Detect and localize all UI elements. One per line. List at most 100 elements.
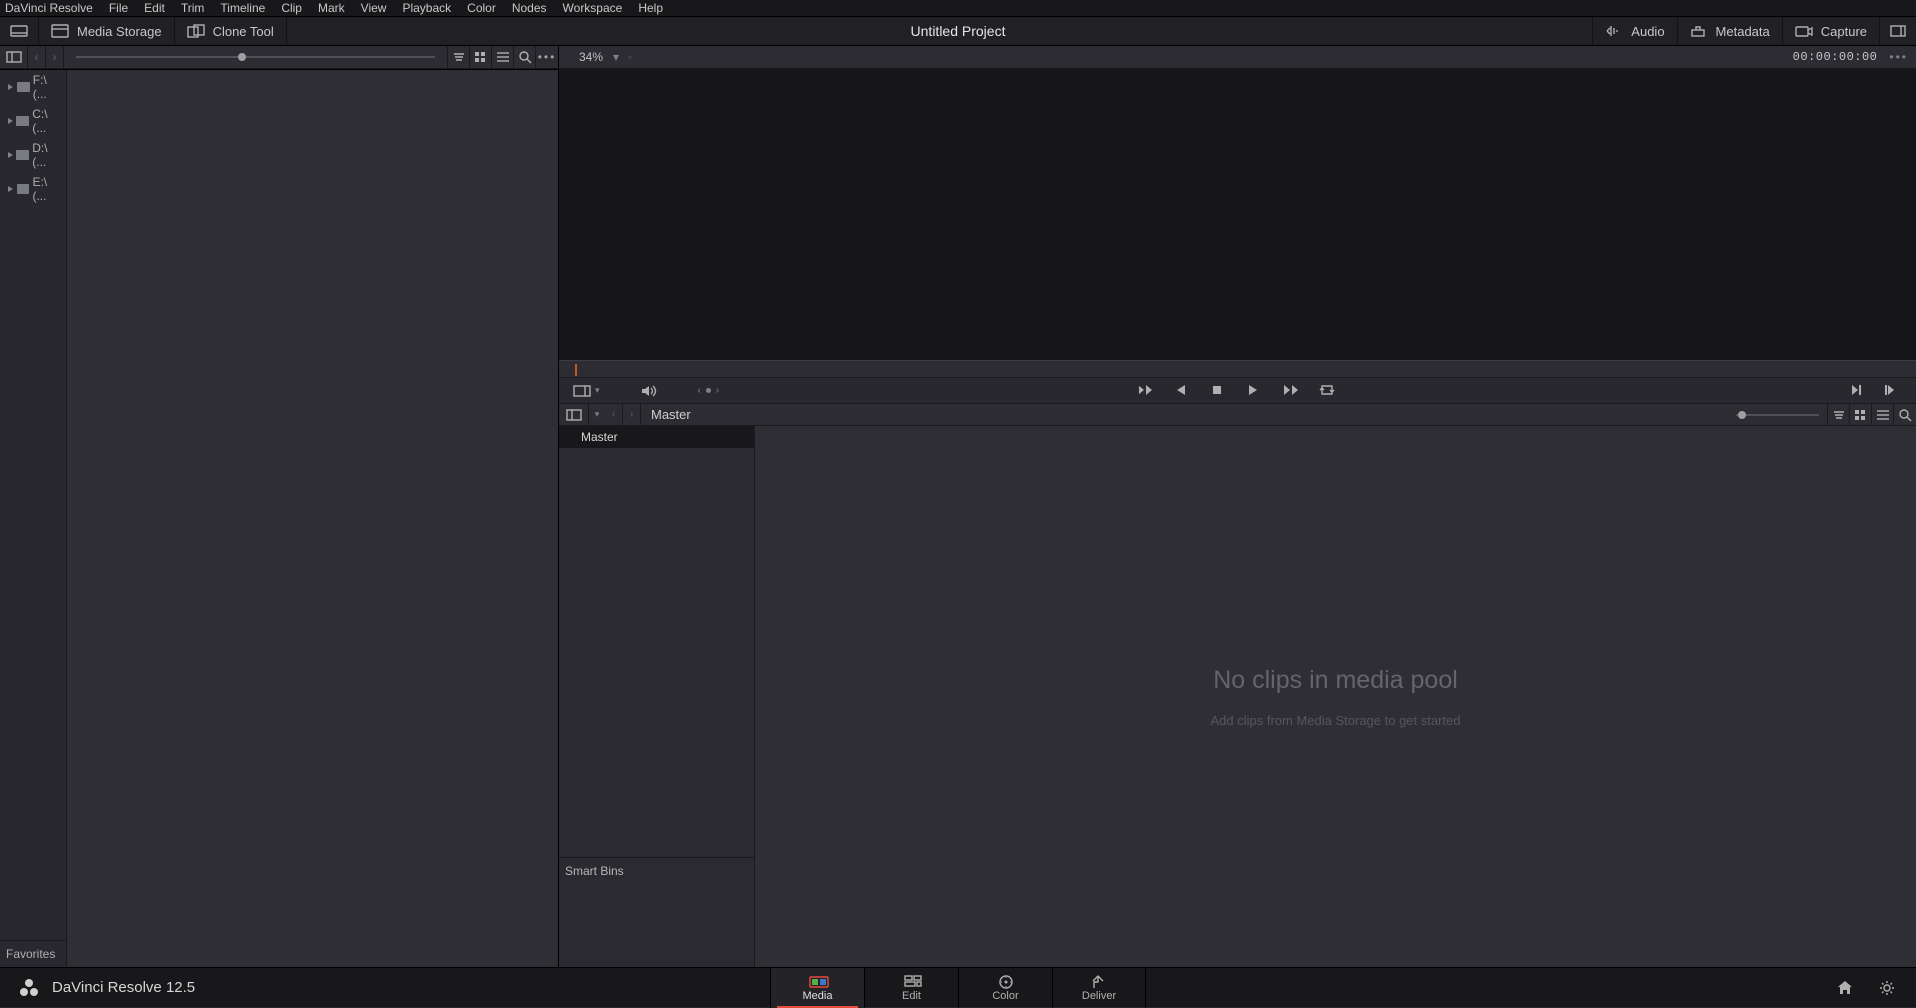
- clone-tool-button[interactable]: Clone Tool: [175, 17, 287, 45]
- zoom-dropdown[interactable]: ▾: [607, 50, 625, 64]
- sort-button[interactable]: [448, 46, 470, 68]
- pool-nav-back[interactable]: ‹: [605, 404, 623, 425]
- menu-nodes[interactable]: Nodes: [504, 0, 555, 17]
- smart-bins-section[interactable]: Smart Bins: [559, 857, 754, 967]
- drive-item[interactable]: E:\ (...: [0, 172, 66, 206]
- go-last-button[interactable]: [1283, 384, 1301, 398]
- metadata-label: Metadata: [1716, 24, 1770, 39]
- workspace-layout-button[interactable]: [0, 17, 39, 45]
- drive-icon: [16, 150, 29, 160]
- color-page-icon: [997, 974, 1015, 988]
- menu-timeline[interactable]: Timeline: [212, 0, 273, 17]
- go-first-button[interactable]: [1139, 384, 1157, 398]
- panel-toggle-button[interactable]: [0, 46, 28, 68]
- menu-file[interactable]: File: [101, 0, 136, 17]
- media-storage-button[interactable]: Media Storage: [39, 17, 175, 45]
- menu-color[interactable]: Color: [459, 0, 504, 17]
- drive-sidebar: F:\ (... C:\ (... D:\ (...: [0, 70, 67, 967]
- drive-item[interactable]: C:\ (...: [0, 104, 66, 138]
- viewer-scrubber[interactable]: [559, 360, 1916, 378]
- metadata-button[interactable]: Metadata: [1677, 17, 1782, 45]
- capture-button[interactable]: Capture: [1782, 17, 1879, 45]
- chevron-right-icon: [8, 186, 14, 192]
- media-page-icon: [809, 974, 827, 988]
- viewer-options-button[interactable]: •••: [1881, 50, 1916, 64]
- loop-button[interactable]: [1319, 384, 1337, 398]
- page-media[interactable]: Media: [770, 968, 864, 1008]
- timecode[interactable]: 00:00:00:00: [1793, 50, 1882, 64]
- bins-area[interactable]: [559, 448, 754, 857]
- menu-trim[interactable]: Trim: [173, 0, 213, 17]
- drive-icon: [17, 184, 30, 194]
- play-button[interactable]: [1247, 384, 1265, 398]
- pool-thumb-slider[interactable]: [1728, 404, 1828, 425]
- source-viewer[interactable]: [559, 69, 1916, 360]
- page-edit[interactable]: Edit: [864, 968, 958, 1008]
- audio-button[interactable]: Audio: [1592, 17, 1676, 45]
- stop-button[interactable]: [1211, 384, 1229, 398]
- pool-sort-button[interactable]: [1828, 404, 1850, 425]
- play-reverse-button[interactable]: [1175, 384, 1193, 398]
- list-view-button[interactable]: [492, 46, 514, 68]
- page-label: Edit: [902, 990, 921, 1002]
- metadata-icon: [1690, 24, 1708, 38]
- viewer-toolbar: 34% ▾ ◦ 00:00:00:00 •••: [559, 46, 1916, 69]
- pool-search-button[interactable]: [1894, 404, 1916, 425]
- drive-icon: [17, 82, 30, 92]
- menu-davinci[interactable]: DaVinci Resolve: [0, 0, 101, 17]
- home-button[interactable]: [1836, 979, 1854, 997]
- clone-tool-icon: [187, 24, 205, 38]
- menu-help[interactable]: Help: [630, 0, 671, 17]
- options-button[interactable]: •••: [536, 46, 558, 68]
- drive-item[interactable]: F:\ (...: [0, 70, 66, 104]
- page-color[interactable]: Color: [958, 968, 1052, 1008]
- volume-button[interactable]: [640, 384, 658, 398]
- mark-out-button[interactable]: [1884, 384, 1902, 398]
- expand-button[interactable]: [1879, 17, 1916, 45]
- viewer-mode-button[interactable]: [573, 385, 591, 397]
- menu-mark[interactable]: Mark: [310, 0, 353, 17]
- master-bin[interactable]: Master: [559, 426, 754, 448]
- empty-pool-title: No clips in media pool: [1213, 666, 1458, 695]
- thumb-view-button[interactable]: [470, 46, 492, 68]
- favorites-section[interactable]: Favorites: [0, 940, 66, 967]
- bin-view-button[interactable]: [559, 404, 589, 425]
- chevron-right-icon: [8, 152, 13, 158]
- edit-page-icon: [903, 974, 921, 988]
- search-button[interactable]: [514, 46, 536, 68]
- drive-item[interactable]: D:\ (...: [0, 138, 66, 172]
- zoom-value[interactable]: 34%: [565, 50, 607, 64]
- menu-playback[interactable]: Playback: [394, 0, 459, 17]
- viewer-marker-icon: ◦: [625, 50, 635, 64]
- jog-control[interactable]: ‹ ›: [698, 385, 720, 396]
- chevron-right-icon: [8, 118, 13, 124]
- menu-workspace[interactable]: Workspace: [555, 0, 631, 17]
- drive-label: C:\ (...: [32, 107, 62, 135]
- menu-clip[interactable]: Clip: [273, 0, 310, 17]
- nav-fwd-button[interactable]: ›: [46, 46, 64, 68]
- menu-view[interactable]: View: [353, 0, 395, 17]
- clips-area[interactable]: No clips in media pool Add clips from Me…: [755, 426, 1916, 967]
- media-storage-browse-area[interactable]: [67, 70, 558, 967]
- page-label: Media: [803, 990, 833, 1002]
- mark-in-button[interactable]: [1850, 384, 1868, 398]
- media-storage-toolbar: ‹ › •••: [0, 46, 558, 69]
- page-deliver[interactable]: Deliver: [1052, 968, 1146, 1008]
- transport-controls: ▾ ‹ ›: [559, 378, 1916, 404]
- menu-edit[interactable]: Edit: [136, 0, 173, 17]
- nav-back-button[interactable]: ‹: [28, 46, 46, 68]
- drive-label: F:\ (...: [33, 73, 62, 101]
- thumbnail-size-slider[interactable]: [64, 46, 448, 68]
- pool-list-view-button[interactable]: [1872, 404, 1894, 425]
- pool-breadcrumb: Master: [641, 407, 1728, 422]
- drive-label: D:\ (...: [32, 141, 62, 169]
- pool-nav-fwd[interactable]: ›: [623, 404, 641, 425]
- bin-view-dropdown[interactable]: ▾: [589, 404, 605, 425]
- menu-bar: DaVinci Resolve File Edit Trim Timeline …: [0, 0, 1916, 17]
- playhead[interactable]: [575, 364, 577, 376]
- capture-label: Capture: [1821, 24, 1867, 39]
- project-settings-button[interactable]: [1878, 979, 1896, 997]
- chevron-down-icon[interactable]: ▾: [595, 385, 600, 396]
- pool-thumb-view-button[interactable]: [1850, 404, 1872, 425]
- media-storage-label: Media Storage: [77, 24, 162, 39]
